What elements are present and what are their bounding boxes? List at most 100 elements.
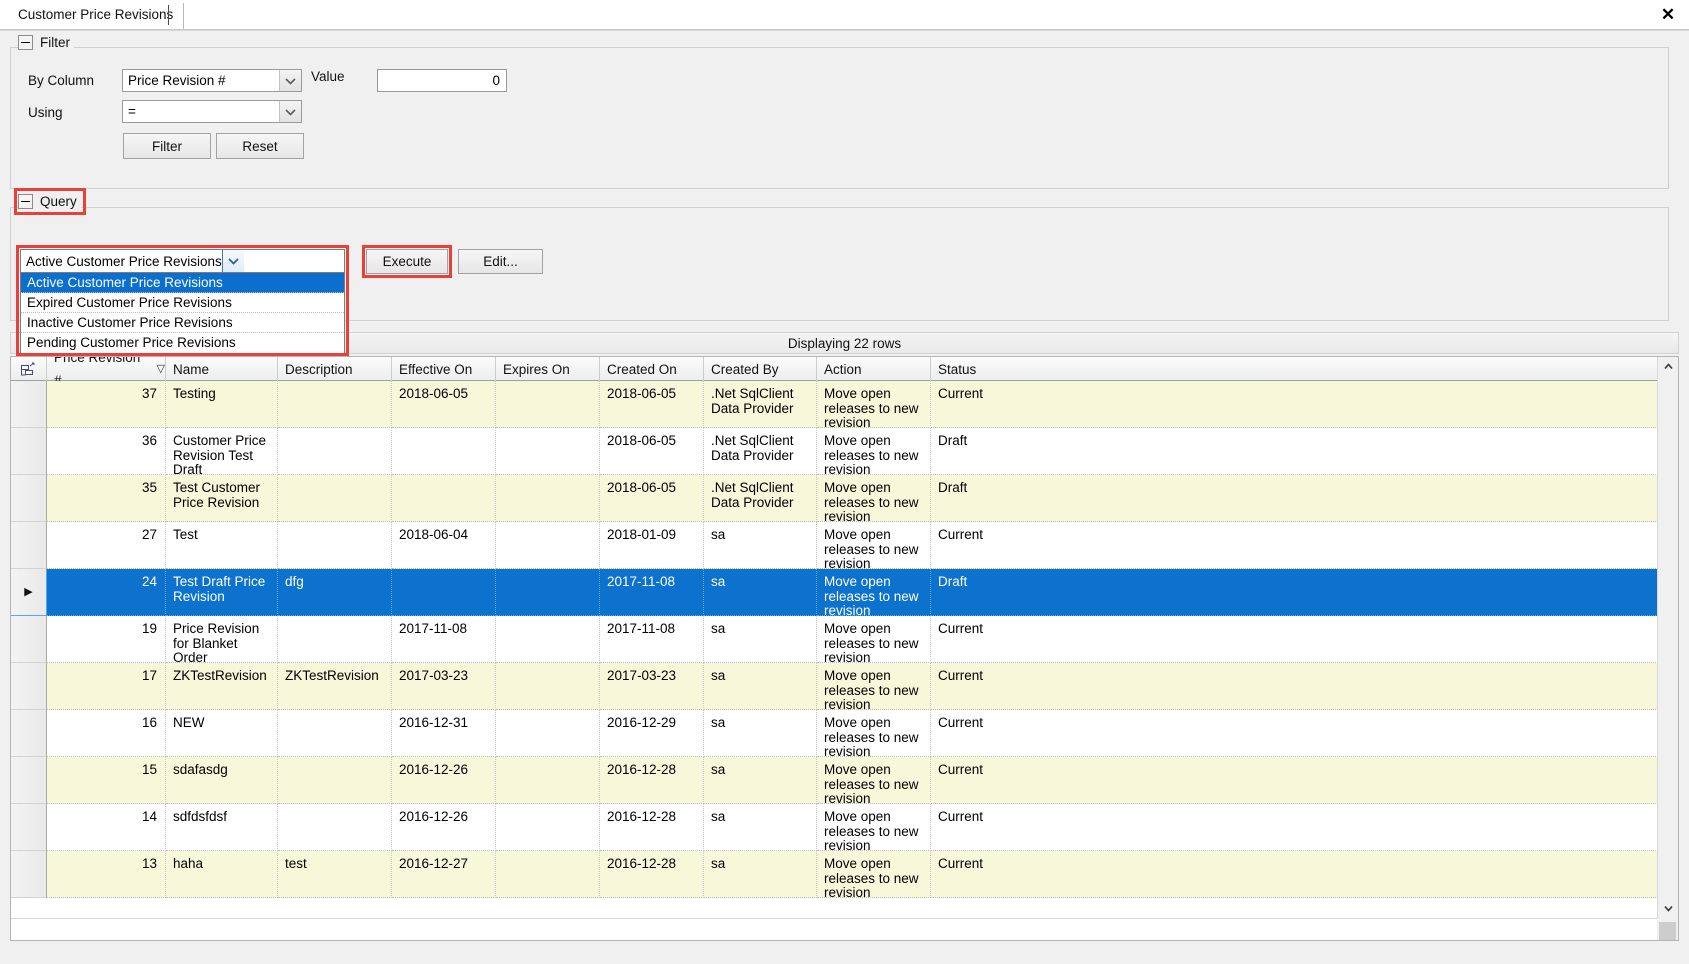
cell-created-by[interactable]: sa (704, 569, 817, 616)
table-row[interactable]: 13 haha test 2016-12-27 2016-12-28 sa Move ope… (11, 851, 1658, 898)
cell-price-revision[interactable]: 37 (47, 381, 166, 428)
cell-expires-on[interactable] (496, 569, 600, 616)
table-row[interactable]: 17 ZKTestRevision ZKTestRevision 2017-03-23… (11, 663, 1658, 710)
query-collapse-toggle[interactable] (18, 193, 33, 209)
cell-price-revision[interactable]: 14 (47, 804, 166, 851)
table-row[interactable]: 15 sdafasdg 2016-12-26 2016-12-28 sa Move ope… (11, 757, 1658, 804)
cell-name[interactable]: Test Customer Price Revision (166, 475, 278, 522)
cell-price-revision[interactable]: 27 (47, 522, 166, 569)
query-combo[interactable]: Active Customer Price Revisions (20, 249, 345, 273)
cell-action[interactable]: Move open releases to new revision (817, 757, 931, 804)
table-row[interactable]: 36 Customer Price Revision Test Draft 2018… (11, 428, 1658, 475)
cell-name[interactable]: NEW (166, 710, 278, 757)
cell-created-by[interactable]: .Net SqlClient Data Provider (704, 475, 817, 522)
value-input[interactable]: 0 (377, 69, 507, 92)
cell-created-by[interactable]: .Net SqlClient Data Provider (704, 428, 817, 475)
cell-created-by[interactable]: .Net SqlClient Data Provider (704, 381, 817, 428)
cell-created-on[interactable]: 2018-06-05 (600, 475, 704, 522)
cell-expires-on[interactable] (496, 710, 600, 757)
cell-effective-on[interactable]: 2016-12-27 (392, 851, 496, 898)
cell-created-on[interactable]: 2016-12-29 (600, 710, 704, 757)
grid-header-action[interactable]: Action (817, 357, 931, 381)
cell-name[interactable]: Test Draft Price Revision (166, 569, 278, 616)
cell-status[interactable]: Current (931, 663, 1658, 710)
cell-description[interactable] (278, 616, 392, 663)
cell-description[interactable]: test (278, 851, 392, 898)
cell-status[interactable]: Draft (931, 569, 1658, 616)
grid-header-effective-on[interactable]: Effective On (392, 357, 496, 381)
cell-expires-on[interactable] (496, 475, 600, 522)
cell-created-by[interactable]: sa (704, 616, 817, 663)
cell-expires-on[interactable] (496, 428, 600, 475)
cell-created-on[interactable]: 2017-11-08 (600, 569, 704, 616)
cell-effective-on[interactable]: 2017-11-08 (392, 616, 496, 663)
query-option-2[interactable]: Inactive Customer Price Revisions (21, 313, 344, 333)
chevron-down-icon[interactable] (221, 250, 244, 272)
row-selector[interactable] (11, 757, 47, 804)
cell-name[interactable]: sdafasdg (166, 757, 278, 804)
cell-description[interactable] (278, 475, 392, 522)
cell-description[interactable] (278, 710, 392, 757)
table-row[interactable]: 19 Price Revision for Blanket Order 2017-1… (11, 616, 1658, 663)
cell-status[interactable]: Draft (931, 428, 1658, 475)
cell-price-revision[interactable]: 35 (47, 475, 166, 522)
grid-header-name[interactable]: Name (166, 357, 278, 381)
cell-action[interactable]: Move open releases to new revision (817, 475, 931, 522)
cell-name[interactable]: ZKTestRevision (166, 663, 278, 710)
cell-price-revision[interactable]: 13 (47, 851, 166, 898)
query-option-3[interactable]: Pending Customer Price Revisions (21, 333, 344, 353)
row-selector[interactable] (11, 616, 47, 663)
cell-action[interactable]: Move open releases to new revision (817, 522, 931, 569)
cell-price-revision[interactable]: 17 (47, 663, 166, 710)
table-row[interactable]: 35 Test Customer Price Revision 2018-06-05… (11, 475, 1658, 522)
cell-action[interactable]: Move open releases to new revision (817, 428, 931, 475)
cell-effective-on[interactable]: 2016-12-31 (392, 710, 496, 757)
cell-name[interactable]: Test (166, 522, 278, 569)
row-selector[interactable] (11, 851, 47, 898)
cell-created-on[interactable]: 2018-01-09 (600, 522, 704, 569)
grid-vertical-scroll-thumb[interactable] (1661, 379, 1676, 889)
cell-created-on[interactable]: 2017-11-08 (600, 616, 704, 663)
cell-created-on[interactable]: 2018-06-05 (600, 428, 704, 475)
cell-effective-on[interactable] (392, 428, 496, 475)
cell-expires-on[interactable] (496, 804, 600, 851)
cell-price-revision[interactable]: 36 (47, 428, 166, 475)
cell-status[interactable]: Draft (931, 475, 1658, 522)
cell-expires-on[interactable] (496, 381, 600, 428)
grid-header-created-by[interactable]: Created By (704, 357, 817, 381)
cell-created-by[interactable]: sa (704, 851, 817, 898)
grid-vertical-scrollbar[interactable] (1657, 357, 1678, 918)
execute-button[interactable]: Execute (366, 249, 448, 274)
cell-created-on[interactable]: 2017-03-23 (600, 663, 704, 710)
grid-body[interactable]: 37 Testing 2018-06-05 2018-06-05 .Net SqlCli… (11, 381, 1658, 918)
filter-collapse-toggle[interactable] (18, 34, 33, 50)
cell-name[interactable]: sdfdsfdsf (166, 804, 278, 851)
grid-header-created-on[interactable]: Created On (600, 357, 704, 381)
row-selector[interactable] (11, 428, 47, 475)
chevron-down-icon[interactable] (279, 101, 301, 122)
cell-price-revision[interactable]: 19 (47, 616, 166, 663)
cell-description[interactable] (278, 804, 392, 851)
cell-description[interactable] (278, 757, 392, 804)
cell-expires-on[interactable] (496, 663, 600, 710)
cell-created-by[interactable]: sa (704, 757, 817, 804)
cell-effective-on[interactable]: 2016-12-26 (392, 804, 496, 851)
row-selector[interactable] (11, 475, 47, 522)
cell-status[interactable]: Current (931, 710, 1658, 757)
cell-action[interactable]: Move open releases to new revision (817, 569, 931, 616)
cell-effective-on[interactable]: 2018-06-04 (392, 522, 496, 569)
reset-button[interactable]: Reset (216, 133, 304, 159)
by-column-combo[interactable]: Price Revision # (122, 69, 302, 92)
cell-action[interactable]: Move open releases to new revision (817, 851, 931, 898)
grid-header-description[interactable]: Description (278, 357, 392, 381)
grid-resize-grip[interactable] (1659, 922, 1676, 940)
cell-price-revision[interactable]: 15 (47, 757, 166, 804)
cell-action[interactable]: Move open releases to new revision (817, 381, 931, 428)
cell-name[interactable]: haha (166, 851, 278, 898)
table-row[interactable]: ▶ 24 Test Draft Price Revision dfg 2017-11-0… (11, 569, 1658, 616)
cell-status[interactable]: Current (931, 381, 1658, 428)
cell-name[interactable]: Price Revision for Blanket Order (166, 616, 278, 663)
cell-price-revision[interactable]: 16 (47, 710, 166, 757)
cell-description[interactable]: dfg (278, 569, 392, 616)
cell-action[interactable]: Move open releases to new revision (817, 616, 931, 663)
